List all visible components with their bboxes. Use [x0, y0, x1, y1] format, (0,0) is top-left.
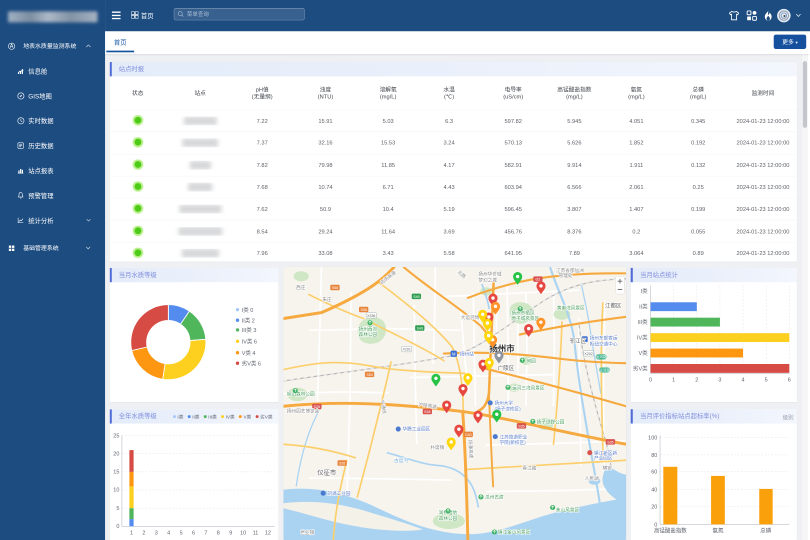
svg-text:氨氮: 氨氮	[713, 526, 724, 534]
svg-text:2: 2	[695, 377, 698, 383]
svg-text:黄奥湾风景区: 黄奥湾风景区	[557, 305, 585, 312]
svg-text:6: 6	[788, 377, 791, 383]
svg-text:60: 60	[651, 470, 657, 476]
svg-text:80: 80	[651, 453, 657, 459]
svg-text:扬州园艺博览会: 扬州园艺博览会	[287, 408, 320, 415]
svg-text:学院(新校区): 学院(新校区)	[500, 439, 527, 446]
svg-text:江都区: 江都区	[605, 303, 622, 310]
svg-text:100: 100	[648, 436, 657, 442]
svg-text:6: 6	[192, 531, 195, 537]
svg-text:世业镇: 世业镇	[300, 529, 314, 536]
svg-text:枢纽交通中心: 枢纽交通中心	[590, 341, 618, 348]
svg-text:横安: 横安	[602, 465, 612, 472]
svg-text:5: 5	[765, 377, 768, 383]
svg-text:朱庄: 朱庄	[322, 296, 332, 303]
svg-text:S58: S58	[360, 308, 366, 312]
svg-text:7: 7	[204, 531, 207, 537]
svg-text:产业园区: 产业园区	[594, 454, 613, 461]
svg-text:古运河: 古运河	[394, 457, 408, 464]
svg-text:1: 1	[672, 377, 675, 383]
svg-text:10: 10	[113, 488, 119, 494]
svg-text:S35: S35	[607, 440, 613, 444]
svg-text:25: 25	[113, 433, 119, 439]
svg-text:3: 3	[155, 531, 158, 537]
svg-text:V类: V类	[638, 349, 648, 357]
svg-text:4: 4	[167, 531, 170, 537]
svg-text:扬子颂野公园: 扬子颂野公园	[537, 419, 565, 426]
svg-text:1: 1	[130, 531, 133, 537]
svg-text:M: M	[452, 352, 456, 357]
svg-text:铜山森林公园: 铜山森林公园	[287, 390, 315, 397]
svg-text:运河路: 运河路	[599, 367, 610, 372]
svg-text:10: 10	[240, 531, 246, 537]
svg-text:0: 0	[649, 377, 652, 383]
svg-text:S35: S35	[339, 461, 345, 465]
svg-text:扬州站: 扬州站	[460, 351, 474, 358]
svg-text:5: 5	[180, 531, 183, 537]
svg-text:G2: G2	[535, 278, 540, 282]
svg-text:20: 20	[113, 451, 119, 457]
svg-text:0: 0	[654, 522, 657, 528]
svg-text:X201: X201	[403, 348, 411, 352]
svg-text:朴席镇: 朴席镇	[430, 444, 444, 451]
svg-text:人民湖: 人民湖	[585, 475, 599, 482]
svg-text:4: 4	[742, 377, 745, 383]
svg-text:西庄: 西庄	[296, 284, 306, 291]
svg-text:15: 15	[113, 470, 119, 476]
svg-text:高锰酸盐指数: 高锰酸盐指数	[654, 526, 687, 534]
svg-text:森林公园: 森林公园	[359, 331, 378, 338]
svg-text:G40: G40	[465, 433, 472, 437]
svg-text:2: 2	[142, 531, 145, 537]
svg-text:40: 40	[651, 487, 657, 493]
svg-text:S49: S49	[413, 295, 419, 299]
svg-text:广陵区: 广陵区	[498, 364, 515, 372]
svg-text:镇江金山风景区: 镇江金山风景区	[498, 529, 531, 536]
svg-text:20: 20	[651, 505, 657, 511]
svg-text:IV类: IV类	[637, 333, 648, 341]
svg-text:0: 0	[116, 524, 119, 530]
svg-text:II类: II类	[639, 303, 648, 311]
svg-text:唐子城风景区: 唐子城风景区	[511, 315, 539, 322]
svg-text:焦山风景区: 焦山风景区	[556, 506, 580, 513]
svg-text:8: 8	[217, 531, 220, 537]
svg-text:III类: III类	[638, 318, 649, 326]
svg-text:瓜州古渡: 瓜州古渡	[485, 494, 504, 501]
svg-text:5: 5	[116, 506, 119, 512]
svg-text:X336: X336	[367, 314, 375, 318]
svg-text:12: 12	[265, 531, 271, 537]
svg-text:华腾工业园区: 华腾工业园区	[402, 426, 430, 433]
svg-text:梦幻之城: 梦幻之城	[478, 276, 497, 283]
svg-text:春江路: 春江路	[523, 465, 537, 472]
svg-text:S49: S49	[417, 326, 423, 330]
svg-text:S28: S28	[424, 410, 430, 414]
svg-text:森林公园: 森林公园	[439, 515, 458, 522]
svg-text:仪征市: 仪征市	[317, 468, 336, 477]
svg-text:11: 11	[253, 531, 259, 537]
svg-text:运河三湾风景区: 运河三湾风景区	[512, 384, 545, 391]
svg-text:邗江区: 邗江区	[570, 337, 587, 345]
svg-text:劣V类: 劣V类	[633, 364, 648, 372]
svg-text:总磷: 总磷	[760, 526, 771, 534]
svg-text:I类: I类	[641, 287, 649, 295]
svg-text:S58: S58	[332, 286, 338, 290]
svg-text:X202: X202	[584, 352, 592, 356]
svg-text:9: 9	[229, 531, 232, 537]
svg-text:3: 3	[718, 377, 721, 383]
svg-text:S35: S35	[518, 424, 524, 428]
svg-text:运河路: 运河路	[596, 354, 607, 359]
svg-text:刘涌工业园: 刘涌工业园	[327, 490, 351, 497]
svg-text:何园: 何园	[527, 357, 537, 364]
svg-text:管理处: 管理处	[559, 272, 573, 279]
svg-text:S53: S53	[366, 373, 372, 377]
